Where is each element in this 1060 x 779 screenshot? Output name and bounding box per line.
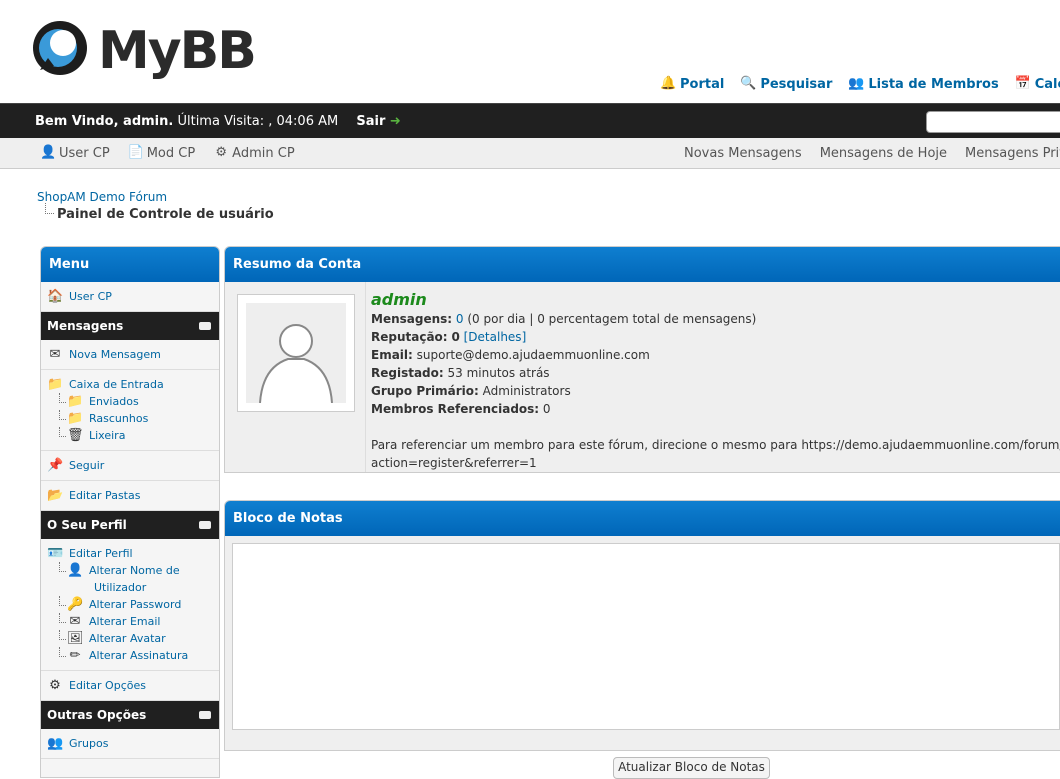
members-icon: 👥	[848, 76, 865, 91]
folder-icon: 📁	[67, 410, 84, 426]
menu-item-edit-folders[interactable]: 📂 Editar Pastas	[47, 487, 213, 504]
menu-item-change-email[interactable]: ✉ Alterar Email	[59, 613, 213, 630]
key-icon: 🔑	[67, 596, 84, 612]
modcp-link[interactable]: 📄 Mod CP	[128, 145, 195, 161]
menu-title: Menu	[41, 247, 219, 282]
trash-icon: 🗑	[67, 427, 84, 443]
new-posts-link[interactable]: Novas Mensagens	[684, 146, 802, 161]
document-icon: 📄	[127, 145, 144, 160]
username[interactable]: admin	[371, 290, 1060, 310]
pencil-icon: ✏	[69, 647, 81, 663]
search-input[interactable]	[926, 111, 1060, 133]
menu-item-trash[interactable]: 🗑 Lixeira	[59, 427, 213, 444]
menu-item-change-username[interactable]: 👤 Alterar Nome de	[59, 562, 213, 579]
folder-edit-icon: 📂	[47, 487, 64, 503]
avatar	[237, 294, 355, 412]
menu-item-sent[interactable]: 📁 Enviados	[59, 393, 213, 410]
breadcrumb-current: Painel de Controle de usuário	[43, 203, 274, 222]
collapse-icon[interactable]	[199, 322, 211, 330]
search-link[interactable]: 🔍 Pesquisar	[740, 76, 832, 92]
welcome-panel: Bem Vindo, admin. Última Visita: , 04:06…	[0, 103, 1060, 139]
gear-icon: ⚙	[49, 677, 61, 693]
folder-icon: 📁	[47, 376, 64, 392]
magnifier-icon: 🔍	[740, 76, 757, 91]
usercp-link[interactable]: 👤 User CP	[40, 145, 110, 161]
last-visit: Última Visita: , 04:06 AM	[177, 114, 339, 129]
notepad-textarea[interactable]	[232, 543, 1060, 730]
referral-text-cont: action=register&referrer=1	[371, 456, 537, 470]
collapse-icon[interactable]	[199, 711, 211, 719]
usercp-menu: Menu 🏠 User CP Mensagens ✉ Nova Mensagem 📁…	[40, 246, 220, 778]
user-icon: 👤	[40, 145, 57, 160]
menu-item-follow[interactable]: 📌 Seguir	[47, 457, 213, 474]
sub-navigation: 👤 User CP 📄 Mod CP ⚙ Admin CP Novas Mensage…	[0, 138, 1060, 169]
section-profile[interactable]: O Seu Perfil	[41, 511, 219, 539]
welcome-block: Bem Vindo, admin. Última Visita: , 04:06…	[35, 114, 401, 129]
admincp-link[interactable]: ⚙ Admin CP	[213, 145, 294, 161]
private-messages-link[interactable]: Mensagens Privadas (	[965, 146, 1060, 161]
portal-link[interactable]: 🔔 Portal	[660, 76, 724, 92]
reputation-details-link[interactable]: [Detalhes]	[464, 330, 527, 344]
section-other-options[interactable]: Outras Opções	[41, 701, 219, 729]
update-notepad-button[interactable]: Atualizar Bloco de Notas	[613, 757, 770, 779]
bell-icon: 🔔	[660, 76, 677, 91]
breadcrumb: ShopAM Demo Fórum Painel de Controle de …	[37, 190, 274, 222]
member-list-link[interactable]: 👥 Lista de Membros	[848, 76, 998, 92]
menu-item-inbox[interactable]: 📁 Caixa de Entrada	[47, 376, 213, 393]
collapse-icon[interactable]	[199, 521, 211, 529]
user-icon: 👤	[67, 562, 84, 578]
group-icon: 👥	[47, 735, 64, 751]
menu-item-change-username-cont[interactable]: Utilizador	[94, 579, 213, 596]
envelope-icon: ✉	[69, 613, 81, 629]
summary-title: Resumo da Conta	[225, 247, 1060, 282]
todays-posts-link[interactable]: Mensagens de Hoje	[820, 146, 947, 161]
notepad: Bloco de Notas	[224, 500, 1060, 751]
menu-item-edit-profile[interactable]: 🪪 Editar Perfil	[47, 545, 213, 562]
gear-icon: ⚙	[215, 145, 227, 160]
menu-item-new-message[interactable]: ✉ Nova Mensagem	[47, 346, 213, 363]
menu-item-groups[interactable]: 👥 Grupos	[47, 735, 213, 752]
notepad-title: Bloco de Notas	[225, 501, 1060, 536]
menu-item-change-signature[interactable]: ✏ Alterar Assinatura	[59, 647, 213, 664]
email-value: suporte@demo.ajudaemmuonline.com	[416, 348, 650, 362]
menu-item-change-avatar[interactable]: 🖼 Alterar Avatar	[59, 630, 213, 647]
pin-icon: 📌	[47, 457, 64, 473]
id-card-icon: 🪪	[47, 545, 64, 561]
logout-link[interactable]: Sair ➜	[356, 114, 400, 129]
menu-item-usercp[interactable]: 🏠 User CP	[47, 288, 213, 305]
menu-item-edit-options[interactable]: ⚙ Editar Opções	[47, 677, 213, 694]
arrow-right-icon: ➜	[389, 114, 401, 129]
posts-count-link[interactable]: 0	[456, 312, 464, 326]
account-info: admin Mensagens: 0 (0 por dia | 0 percen…	[371, 290, 1060, 472]
home-icon: 🏠	[47, 288, 64, 304]
picture-icon: 🖼	[67, 630, 84, 646]
envelope-icon: ✉	[49, 346, 61, 362]
mybb-logo[interactable]: MyBB	[30, 14, 257, 88]
account-summary: Resumo da Conta admin Mensagens: 0 (0 po…	[224, 246, 1060, 473]
default-avatar-icon	[246, 303, 346, 404]
menu-item-change-password[interactable]: 🔑 Alterar Password	[59, 596, 213, 613]
section-messages[interactable]: Mensagens	[41, 312, 219, 340]
breadcrumb-forum-link[interactable]: ShopAM Demo Fórum	[37, 190, 167, 204]
referral-text: Para referenciar um membro para este fór…	[371, 438, 1060, 452]
folder-icon: 📁	[67, 393, 84, 409]
speech-bubble-icon	[33, 21, 87, 75]
calendar-link[interactable]: 📅Calendá	[1015, 76, 1060, 92]
summary-divider	[365, 282, 366, 472]
calendar-icon: 📅	[1014, 76, 1031, 91]
top-links: 🔔 Portal 🔍 Pesquisar 👥 Lista de Membros 📅 Ca…	[660, 76, 1060, 92]
menu-item-drafts[interactable]: 📁 Rascunhos	[59, 410, 213, 427]
welcome-greeting: Bem Vindo, admin.	[35, 114, 174, 129]
logo-text: MyBB	[98, 21, 257, 81]
